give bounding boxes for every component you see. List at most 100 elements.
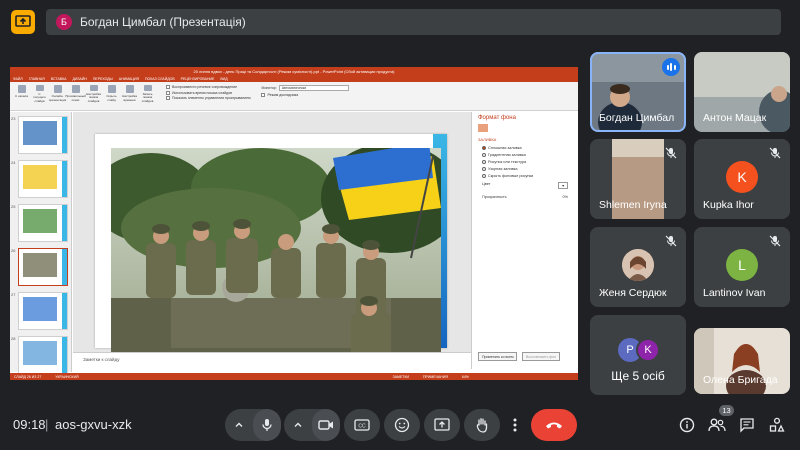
- notes-pane: Заметки к слайду: [73, 352, 471, 369]
- end-call-button[interactable]: [531, 409, 577, 441]
- ribbon-button: Запись показа слайдов: [140, 85, 155, 103]
- chevron-up-icon[interactable]: [225, 409, 253, 441]
- format-background-pane: Формат фона ЗАЛИВКА Сплошная заливка Град…: [471, 112, 578, 369]
- slide-number: 23: [11, 116, 16, 121]
- avatar: K: [636, 338, 660, 362]
- slide-thumbnail: [18, 116, 68, 154]
- ribbon-button: Настройка показа слайдов: [86, 85, 101, 103]
- avatar: K: [726, 161, 758, 193]
- emoji-icon: [394, 417, 410, 433]
- status-item: ПРИМЕЧАНИЯ: [423, 374, 448, 379]
- slide-thumbnails: 23 24 25 26 27 28: [10, 112, 72, 374]
- meeting-details-button[interactable]: [676, 414, 698, 436]
- presenter-banner[interactable]: Б Богдан Цимбал (Презентація): [46, 9, 781, 35]
- avatar: [622, 249, 654, 281]
- slide-number: 24: [11, 160, 16, 165]
- participant-count-badge: 13: [719, 405, 734, 416]
- slide-thumbnail: [18, 204, 68, 242]
- activities-button[interactable]: [766, 414, 788, 436]
- participant-tile-lantinov[interactable]: L Lantinov Ivan: [694, 227, 790, 307]
- ribbon-button: Онлайн-презентация: [49, 85, 66, 103]
- info-icon: [679, 417, 695, 433]
- participant-tile-shlemen[interactable]: Shlemen Iryna: [590, 139, 686, 219]
- slide-canvas: [73, 112, 471, 368]
- meeting-code: aos-gxvu-xzk: [55, 417, 132, 432]
- participant-name: Женя Сердюк: [599, 287, 667, 299]
- ppt-tab: АНИМАЦИЯ: [118, 77, 140, 81]
- ribbon-checkbox: Использовать время показа слайдов: [166, 90, 250, 95]
- fill-option: Скрыть фоновые рисунки: [472, 172, 578, 179]
- slide-thumbnail: [18, 292, 68, 330]
- ppt-tab: ПОКАЗ СЛАЙДОВ: [145, 77, 175, 81]
- participant-tile-olena[interactable]: Олена Бригада: [694, 328, 790, 394]
- participant-tile-zhenia[interactable]: Женя Сердюк: [590, 227, 686, 307]
- slide-number: 25: [11, 204, 16, 209]
- participant-tile-anton[interactable]: Антон Мацак: [694, 52, 790, 132]
- chat-button[interactable]: [736, 414, 758, 436]
- ppt-tab: РЕЦЕНЗИРОВАНИЕ: [180, 77, 215, 81]
- raise-hand-icon: [476, 418, 488, 433]
- chevron-up-icon[interactable]: [284, 409, 312, 441]
- ppt-tab: ФАЙЛ: [13, 77, 23, 81]
- status-item: УКРАИНСКИЙ: [55, 374, 79, 379]
- camera-icon[interactable]: [312, 409, 340, 441]
- present-screen-button[interactable]: [424, 409, 460, 441]
- raise-hand-button[interactable]: [464, 409, 500, 441]
- slide-thumbnail: [18, 248, 68, 286]
- participant-tile-bohdan[interactable]: Богдан Цимбал: [590, 52, 686, 132]
- fill-option: Рисунок или текстура: [472, 158, 578, 165]
- avatar: L: [726, 249, 758, 281]
- captions-button[interactable]: CC: [344, 409, 380, 441]
- activities-icon: [769, 417, 785, 432]
- participant-name: Lantinov Ivan: [703, 287, 766, 299]
- ppt-tab: ПЕРЕХОДЫ: [92, 77, 113, 81]
- participant-name: Shlemen Iryna: [599, 199, 667, 211]
- more-participants-tile[interactable]: P K Ще 5 осіб: [590, 315, 686, 395]
- mic-icon[interactable]: [253, 409, 281, 441]
- soldiers-photo: [111, 148, 441, 368]
- ribbon-button: С начала: [14, 85, 29, 103]
- mic-off-icon: [665, 235, 677, 247]
- ribbon-button: Произвольный показ: [65, 85, 86, 103]
- captions-icon: CC: [354, 419, 370, 431]
- participant-name: Богдан Цимбал: [599, 112, 675, 124]
- more-options-button[interactable]: [504, 409, 526, 441]
- slide-thumbnail: [18, 160, 68, 198]
- emoji-button[interactable]: [384, 409, 420, 441]
- ribbon-button: С текущего слайда: [32, 85, 47, 103]
- status-item: 64%: [461, 374, 469, 379]
- camera-control[interactable]: [284, 409, 340, 441]
- participant-tile-kupka[interactable]: K Kupka Ihor: [694, 139, 790, 219]
- slide-number: 27: [11, 292, 16, 297]
- ppt-tab: ГЛАВНАЯ: [28, 77, 45, 81]
- people-button[interactable]: [706, 414, 728, 436]
- ribbon-checkbox: Воспроизвести речевое сопровождение: [166, 85, 250, 89]
- slide-number: 26: [11, 248, 16, 253]
- ppt-statusbar: СЛАЙД 26 ИЗ 27 УКРАИНСКИЙ ЗАМЕТКИ ПРИМЕЧАНИ…: [10, 373, 578, 380]
- share-screen-icon: [434, 418, 450, 431]
- mic-control[interactable]: [225, 409, 281, 441]
- more-participants-label: Ще 5 осіб: [611, 369, 665, 383]
- avatar: Б: [56, 14, 72, 30]
- ribbon-checkbox: Показать элементы управления проигрывани…: [166, 96, 250, 100]
- ppt-ribbon: С начала С текущего слайда Онлайн-презента…: [10, 82, 578, 111]
- svg-text:CC: CC: [358, 424, 366, 430]
- participant-name: Олена Бригада: [703, 374, 778, 386]
- participant-name: Антон Мацак: [703, 112, 767, 124]
- present-icon[interactable]: [11, 10, 35, 34]
- mic-off-icon: [769, 147, 781, 159]
- slide-thumbnail: [18, 336, 68, 374]
- shared-screen: 20 липня вдвох - день Праці та Солідарно…: [10, 67, 578, 380]
- fill-option: Сплошная заливка: [472, 144, 578, 151]
- clock: 09:18: [13, 417, 46, 432]
- fill-option: Градиентная заливка: [472, 151, 578, 158]
- slide-number: 28: [11, 336, 16, 341]
- status-item: СЛАЙД 26 ИЗ 27: [14, 374, 42, 379]
- paint-bucket-icon: [478, 124, 488, 132]
- end-call-icon: [546, 422, 562, 429]
- ppt-tab: ДИЗАЙН: [72, 77, 87, 81]
- mic-off-icon: [665, 147, 677, 159]
- people-icon: [708, 418, 726, 432]
- current-slide: [95, 134, 447, 368]
- ppt-titlebar: 20 липня вдвох - день Праці та Солідарно…: [10, 67, 578, 76]
